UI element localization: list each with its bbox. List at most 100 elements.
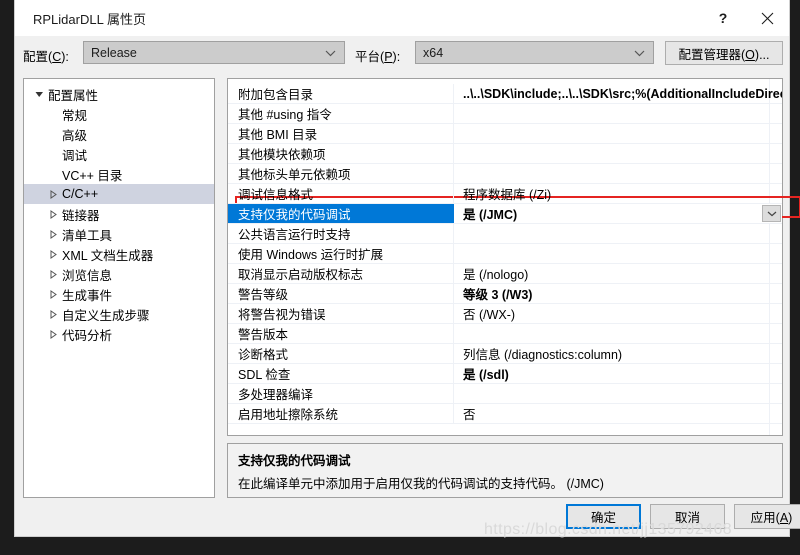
property-row[interactable]: 支持仅我的代码调试是 (/JMC) (228, 204, 782, 224)
tree-item-label: XML 文档生成器 (62, 248, 154, 263)
title-bar: RPLidarDLL 属性页 ? (15, 0, 789, 36)
property-name: 公共语言运行时支持 (228, 224, 454, 243)
chevron-right-icon[interactable] (46, 229, 60, 239)
cancel-button[interactable]: 取消 (650, 504, 725, 529)
property-value[interactable] (454, 164, 782, 183)
property-row[interactable]: 其他模块依赖项 (228, 144, 782, 164)
property-name: 警告等级 (228, 284, 454, 303)
tree-item[interactable]: 链接器 (24, 204, 214, 224)
configuration-manager-label: 配置管理器(O)... (678, 47, 770, 62)
desktop-background: RPLidarDLL 属性页 ? 配置(C): Release 平台(P): x… (0, 0, 800, 555)
property-value-dropdown-button[interactable] (762, 205, 781, 222)
property-name: 附加包含目录 (228, 84, 454, 103)
property-name: 其他模块依赖项 (228, 144, 454, 163)
property-row[interactable]: 警告版本 (228, 324, 782, 344)
apply-button[interactable]: 应用(A) (734, 504, 800, 529)
property-row[interactable]: 取消显示启动版权标志是 (/nologo) (228, 264, 782, 284)
property-row[interactable]: 其他 BMI 目录 (228, 124, 782, 144)
property-row[interactable]: 使用 Windows 运行时扩展 (228, 244, 782, 264)
tree-item-label: VC++ 目录 (62, 168, 123, 183)
tree-item[interactable]: XML 文档生成器 (24, 244, 214, 264)
property-row[interactable]: 多处理器编译 (228, 384, 782, 404)
chevron-right-icon[interactable] (46, 189, 60, 199)
help-button[interactable]: ? (701, 0, 745, 36)
tree-item[interactable]: 自定义生成步骤 (24, 304, 214, 324)
property-value[interactable]: 否 (454, 404, 782, 423)
tree-item[interactable]: 生成事件 (24, 284, 214, 304)
property-name: 其他 #using 指令 (228, 104, 454, 123)
tree-item[interactable]: 高级 (24, 124, 214, 144)
property-row[interactable]: 其他标头单元依赖项 (228, 164, 782, 184)
property-description-panel: 支持仅我的代码调试 在此编译单元中添加用于启用仅我的代码调试的支持代码。 (/J… (227, 443, 783, 498)
configuration-manager-button[interactable]: 配置管理器(O)... (665, 41, 783, 65)
property-value[interactable]: 是 (/sdl) (454, 364, 782, 383)
platform-label: 平台(P): (355, 50, 401, 64)
configuration-combobox[interactable]: Release (83, 41, 345, 64)
property-value[interactable] (454, 104, 782, 123)
property-row[interactable]: 启用地址擦除系统否 (228, 404, 782, 424)
property-name: SDL 检查 (228, 364, 454, 383)
property-value[interactable] (454, 324, 782, 343)
property-value[interactable]: 程序数据库 (/Zi) (454, 184, 782, 203)
property-name: 启用地址擦除系统 (228, 404, 454, 423)
property-row[interactable]: 其他 #using 指令 (228, 104, 782, 124)
tree-item[interactable]: 浏览信息 (24, 264, 214, 284)
property-name: 警告版本 (228, 324, 454, 343)
property-row[interactable]: 调试信息格式 程序数据库 (/Zi) (228, 184, 782, 204)
description-title: 支持仅我的代码调试 (238, 454, 351, 468)
property-name: 将警告视为错误 (228, 304, 454, 323)
apply-button-label: 应用(A) (750, 511, 793, 525)
tree-item[interactable]: 清单工具 (24, 224, 214, 244)
property-value[interactable]: 是 (/JMC) (454, 204, 782, 223)
tree-item[interactable]: VC++ 目录 (24, 164, 214, 184)
property-pages-dialog: RPLidarDLL 属性页 ? 配置(C): Release 平台(P): x… (14, 0, 800, 537)
property-name: 多处理器编译 (228, 384, 454, 403)
dialog-title: RPLidarDLL 属性页 (33, 12, 146, 27)
ok-button-label: 确定 (590, 511, 616, 525)
chevron-right-icon[interactable] (46, 309, 60, 319)
property-name: 取消显示启动版权标志 (228, 264, 454, 283)
property-row[interactable]: 警告等级 等级 3 (/W3) (228, 284, 782, 304)
cancel-button-label: 取消 (674, 511, 700, 525)
chevron-down-icon[interactable] (32, 90, 46, 99)
chevron-right-icon[interactable] (46, 249, 60, 259)
property-row[interactable]: SDL 检查是 (/sdl) (228, 364, 782, 384)
property-value[interactable] (454, 144, 782, 163)
tree-item-label: 调试 (62, 148, 88, 163)
chevron-right-icon[interactable] (46, 329, 60, 339)
property-value[interactable]: 等级 3 (/W3) (454, 284, 782, 303)
ok-button[interactable]: 确定 (566, 504, 641, 529)
property-grid[interactable]: 附加包含目录 ..\..\SDK\include;..\..\SDK\src;%(… (227, 78, 783, 436)
property-value[interactable]: 是 (/nologo) (454, 264, 782, 283)
property-name: 其他标头单元依赖项 (228, 164, 454, 183)
property-row[interactable]: 公共语言运行时支持 (228, 224, 782, 244)
property-row[interactable]: 附加包含目录 ..\..\SDK\include;..\..\SDK\src;%(… (228, 84, 782, 104)
chevron-right-icon[interactable] (46, 209, 60, 219)
close-icon (761, 12, 773, 24)
property-name: 调试信息格式 (228, 184, 454, 203)
property-value[interactable]: 否 (/WX-) (454, 304, 782, 323)
property-row[interactable]: 诊断格式 列信息 (/diagnostics:column) (228, 344, 782, 364)
chevron-right-icon[interactable] (46, 269, 60, 279)
property-value[interactable]: ..\..\SDK\include;..\..\SDK\src;%(Additi… (454, 84, 782, 103)
chevron-right-icon[interactable] (46, 289, 60, 299)
property-value[interactable] (454, 124, 782, 143)
property-value[interactable] (454, 224, 782, 243)
property-value[interactable]: 列信息 (/diagnostics:column) (454, 344, 782, 363)
property-value[interactable] (454, 244, 782, 263)
property-row[interactable]: 将警告视为错误否 (/WX-) (228, 304, 782, 324)
configuration-bar: 配置(C): Release 平台(P): x64 配置管理器(O)... (15, 36, 789, 72)
configuration-tree[interactable]: 配置属性 常规 高级调试 VC++ 目录 C/C++ 链接器 清单工具 XML 文档生成器 浏览… (23, 78, 215, 498)
tree-list: 配置属性 常规 高级调试 VC++ 目录 C/C++ 链接器 清单工具 XML 文档生成器 浏览… (24, 79, 214, 344)
tree-item[interactable]: 调试 (24, 144, 214, 164)
chevron-down-icon (325, 46, 336, 60)
close-button[interactable] (745, 0, 789, 36)
tree-item[interactable]: C/C++ (24, 184, 214, 204)
tree-item[interactable]: 常规 (24, 104, 214, 124)
tree-item[interactable]: 代码分析 (24, 324, 214, 344)
property-value[interactable] (454, 384, 782, 403)
tree-item-label: 浏览信息 (62, 268, 113, 283)
property-name: 其他 BMI 目录 (228, 124, 454, 143)
platform-combobox[interactable]: x64 (415, 41, 654, 64)
tree-item[interactable]: 配置属性 (24, 84, 214, 104)
